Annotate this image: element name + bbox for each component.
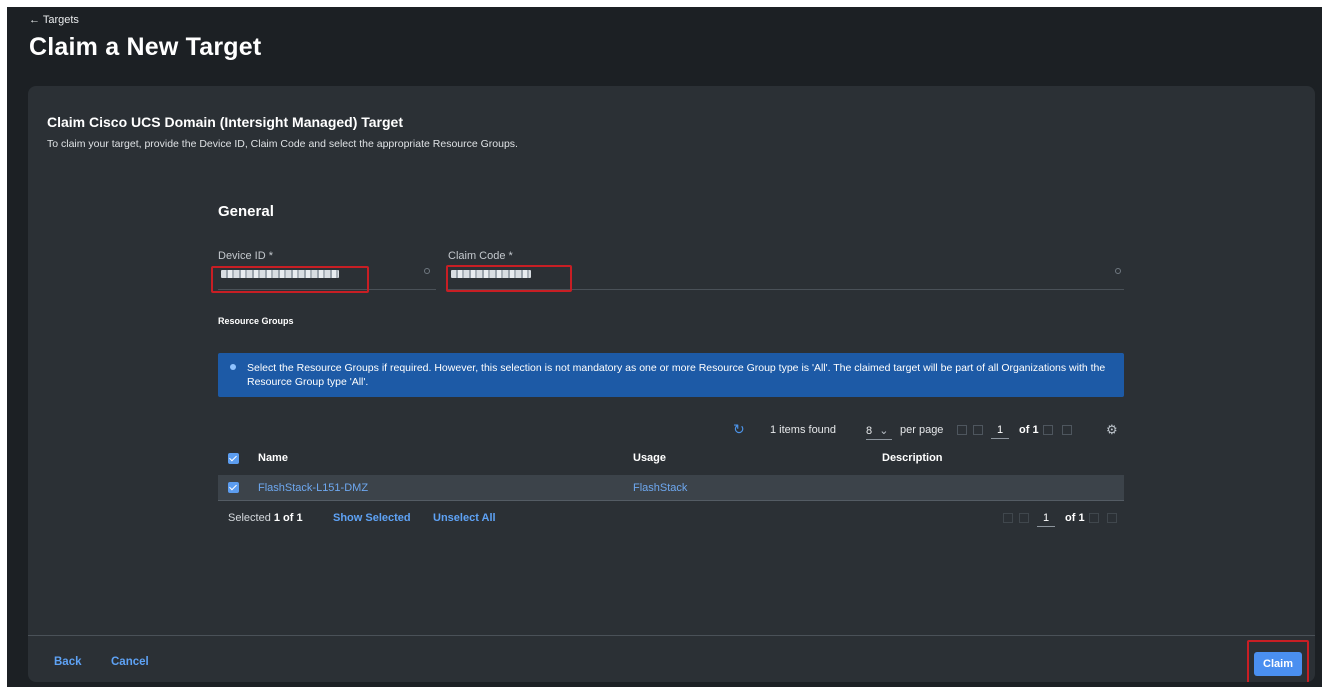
refresh-icon[interactable]: ↻ <box>733 421 745 438</box>
back-button[interactable]: Back <box>54 656 82 668</box>
first-page-icon[interactable] <box>957 425 967 435</box>
device-id-highlight <box>211 266 369 293</box>
settings-gear-icon[interactable]: ⚙ <box>1106 422 1118 438</box>
last-page-icon[interactable] <box>1062 425 1072 435</box>
bottom-page-of-label: of 1 <box>1065 512 1085 524</box>
selected-count: Selected 1 of 1 <box>228 512 303 524</box>
column-header-description[interactable]: Description <box>882 452 943 464</box>
cancel-button[interactable]: Cancel <box>111 656 149 668</box>
items-found-count: 1 items found <box>770 424 837 436</box>
unselect-all-link[interactable]: Unselect All <box>433 512 496 524</box>
info-icon[interactable] <box>1115 268 1121 274</box>
back-to-targets-link[interactable]: ← Targets <box>29 14 79 26</box>
claim-code-label: Claim Code * <box>448 250 513 262</box>
footer-divider <box>28 635 1315 636</box>
claim-button-highlight <box>1247 640 1309 682</box>
info-banner-text: Select the Resource Groups if required. … <box>247 362 1106 388</box>
per-page-label: per page <box>900 424 944 436</box>
per-page-select[interactable]: 8 ⌄ <box>866 424 892 440</box>
selected-value: 1 of 1 <box>273 512 303 524</box>
table-row[interactable]: FlashStack-L151-DMZ FlashStack <box>218 475 1124 501</box>
previous-page-icon[interactable] <box>1019 513 1029 523</box>
first-page-icon[interactable] <box>1003 513 1013 523</box>
column-header-usage[interactable]: Usage <box>633 452 666 464</box>
general-section-title: General <box>218 203 274 220</box>
per-page-value: 8 <box>866 425 873 437</box>
page-title: Claim a New Target <box>29 33 262 61</box>
show-selected-link[interactable]: Show Selected <box>333 512 411 524</box>
info-icon[interactable] <box>424 268 430 274</box>
claim-panel: Claim Cisco UCS Domain (Intersight Manag… <box>28 86 1315 682</box>
row-checkbox[interactable] <box>228 482 239 493</box>
row-name-link[interactable]: FlashStack-L151-DMZ <box>258 482 368 494</box>
last-page-icon[interactable] <box>1107 513 1117 523</box>
page-number-input[interactable]: 1 <box>991 424 1010 439</box>
bottom-page-number-input[interactable]: 1 <box>1037 512 1056 527</box>
claim-code-highlight <box>446 265 572 292</box>
device-id-label: Device ID * <box>218 250 274 262</box>
app-window: ← Targets Claim a New Target Claim Cisco… <box>7 7 1322 687</box>
previous-page-icon[interactable] <box>973 425 983 435</box>
column-header-name[interactable]: Name <box>258 452 288 464</box>
table-header: Name Usage Description <box>218 447 1124 469</box>
selected-prefix: Selected <box>228 512 271 524</box>
row-usage: FlashStack <box>633 482 688 494</box>
next-page-icon[interactable] <box>1043 425 1053 435</box>
panel-description: To claim your target, provide the Device… <box>47 138 518 150</box>
chevron-down-icon: ⌄ <box>879 425 889 437</box>
select-all-checkbox[interactable] <box>228 453 239 464</box>
page-of-label: of 1 <box>1019 424 1039 436</box>
info-icon <box>230 364 236 370</box>
resource-groups-label: Resource Groups <box>218 316 294 326</box>
info-banner: Select the Resource Groups if required. … <box>218 353 1124 397</box>
panel-title: Claim Cisco UCS Domain (Intersight Manag… <box>47 114 404 130</box>
next-page-icon[interactable] <box>1089 513 1099 523</box>
